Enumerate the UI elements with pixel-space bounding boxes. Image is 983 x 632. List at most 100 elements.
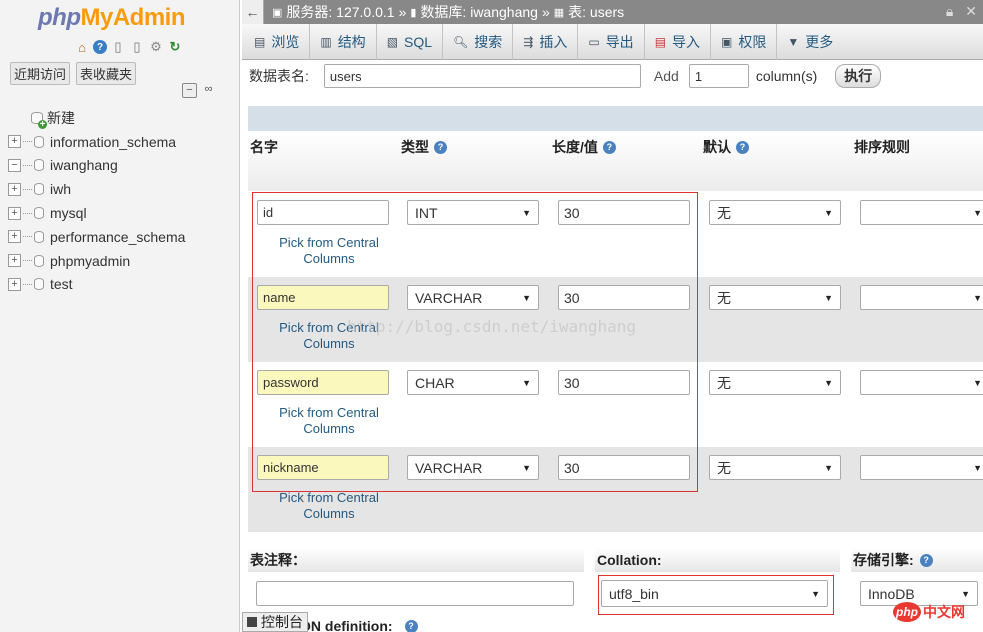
field-collation-select[interactable]: ▼ [860,200,983,225]
pick-central-columns-link[interactable]: Pick from Central Columns [256,405,402,437]
field-name-input[interactable]: nickname [257,455,389,480]
field-collation-select[interactable]: ▼ [860,455,983,480]
documentation-icon[interactable]: ▯ [110,39,126,55]
tab-insert[interactable]: ⇶ 插入 [513,24,579,60]
link-icon[interactable]: ∞ [201,83,216,98]
expand-icon[interactable]: + [8,254,21,268]
table-name-input[interactable]: users [323,64,641,88]
database-icon [34,135,44,148]
field-name-input[interactable]: id [257,200,389,225]
tab-import[interactable]: ▤ 导入 [645,24,712,60]
field-collation-select[interactable]: ▼ [860,370,983,395]
field-length-input[interactable]: 30 [558,370,690,395]
tree-item-label: information_schema [50,133,177,150]
tree-item-db[interactable]: + iwh [8,177,185,201]
search-icon: 🔍︎ [453,35,469,49]
recent-button[interactable]: 近期访问 [10,62,71,85]
help-icon[interactable]: ? [93,40,107,54]
add-columns-input[interactable]: 1 [688,64,749,88]
field-length-input[interactable]: 30 [558,285,690,310]
tab-more[interactable]: ▼ 更多 [777,24,843,60]
collation-select[interactable]: utf8_bin ▼ [601,580,828,607]
server-icon: ▣ [272,6,283,19]
help-icon[interactable]: ? [404,619,418,632]
tree-item-db[interactable]: + phpmyadmin [8,249,185,273]
field-default-select[interactable]: 无 ▼ [709,455,841,480]
tab-structure[interactable]: ▥ 结构 [310,24,377,60]
expand-icon[interactable]: + [8,182,21,196]
collapse-all-icon[interactable]: − [182,83,197,98]
expand-icon[interactable]: + [8,206,21,220]
field-length-input[interactable]: 30 [558,200,690,225]
database-icon [34,159,44,172]
chevron-down-icon: ▼ [973,292,982,303]
gear-icon[interactable]: ⚙ [148,39,164,55]
help-icon[interactable]: ? [736,140,749,154]
breadcrumb-database[interactable]: 数据库: iwanghang [420,2,538,22]
header-length: 长度/值? [552,137,616,157]
chevron-down-icon: ▼ [973,207,982,218]
tree-item-db[interactable]: + performance_schema [8,225,185,249]
expand-icon[interactable]: + [8,230,21,244]
tree-item-label: test [50,276,73,293]
help-icon[interactable]: ? [919,553,933,567]
pick-central-columns-link[interactable]: Pick from Central Columns [256,320,402,352]
breadcrumb-table[interactable]: 表: users [568,2,624,22]
phpmyadmin-logo[interactable]: phpMyAdmin [38,4,185,32]
import-icon: ▤ [654,35,667,49]
field-default-select[interactable]: 无 ▼ [709,200,841,225]
tab-sql[interactable]: ▧ SQL [377,24,444,60]
sql-docs-icon[interactable]: ▯ [129,39,145,55]
tree-item-db[interactable]: + mysql [8,201,185,225]
tree-item-db[interactable]: + test [8,273,185,297]
field-collation-select[interactable]: ▼ [860,285,983,310]
table-comment-input[interactable] [256,581,574,606]
tab-search[interactable]: 🔍︎ 搜索 [443,24,514,60]
close-icon[interactable]: ✕ [965,3,977,20]
favorites-button[interactable]: 表收藏夹 [76,62,137,85]
pick-central-columns-link[interactable]: Pick from Central Columns [256,235,402,267]
tree-item-db[interactable]: − iwanghang [8,154,185,178]
chevron-down-icon: ▼ [787,35,800,49]
tree-item-db[interactable]: + information_schema [8,130,185,154]
console-button[interactable]: 控制台 [242,612,308,632]
reload-icon[interactable]: ↻ [167,39,183,55]
field-type-select[interactable]: INT ▼ [407,200,539,225]
database-icon [34,230,44,243]
table-comment-label: 表注释： [248,548,584,572]
expand-icon[interactable]: + [8,135,21,149]
field-row: id INT ▼ 30 无 ▼ ▼ Pick from Central Column… [248,192,983,277]
database-icon [34,183,44,196]
field-type-select[interactable]: VARCHAR ▼ [407,285,539,310]
field-name-input[interactable]: password [257,370,389,395]
table-tabs: ▤ 浏览 ▥ 结构 ▧ SQL 🔍︎ 搜索 ⇶ 插入 ▭ 导出 ▤ 导入 ▣ 权限 ▼ 更多 [242,24,983,60]
tree-item-new[interactable]: 新建 [8,106,185,130]
field-default-select[interactable]: 无 ▼ [709,285,841,310]
sql-icon: ▧ [386,35,399,49]
breadcrumb-server[interactable]: 服务器: 127.0.0.1 [286,2,394,22]
back-arrow-icon[interactable]: ← [242,0,264,24]
field-length-input[interactable]: 30 [558,455,690,480]
field-type-select[interactable]: VARCHAR ▼ [407,455,539,480]
field-name-input[interactable]: name [257,285,389,310]
field-type-select[interactable]: CHAR ▼ [407,370,539,395]
help-icon[interactable]: ? [434,140,447,154]
tab-privileges[interactable]: ▣ 权限 [711,24,778,60]
tab-browse[interactable]: ▤ 浏览 [244,24,311,60]
lock-icon[interactable]: 🔒︎ [946,3,953,20]
header-type: 类型? [401,137,447,157]
chevron-down-icon: ▼ [824,292,833,303]
partition-label: ON definition:? [300,618,418,632]
field-default-select[interactable]: 无 ▼ [709,370,841,395]
help-icon[interactable]: ? [602,140,616,154]
browse-icon: ▤ [254,35,266,49]
pick-central-columns-link[interactable]: Pick from Central Columns [256,490,402,522]
expand-icon[interactable]: + [8,277,21,291]
execute-button[interactable]: 执行 [835,64,882,88]
tab-export[interactable]: ▭ 导出 [578,24,645,60]
chevron-down-icon: ▼ [522,207,531,218]
home-icon[interactable]: ⌂ [74,39,90,55]
chevron-down-icon: ▼ [522,462,531,473]
chevron-down-icon: ▼ [824,207,833,218]
collapse-icon[interactable]: − [8,158,21,172]
